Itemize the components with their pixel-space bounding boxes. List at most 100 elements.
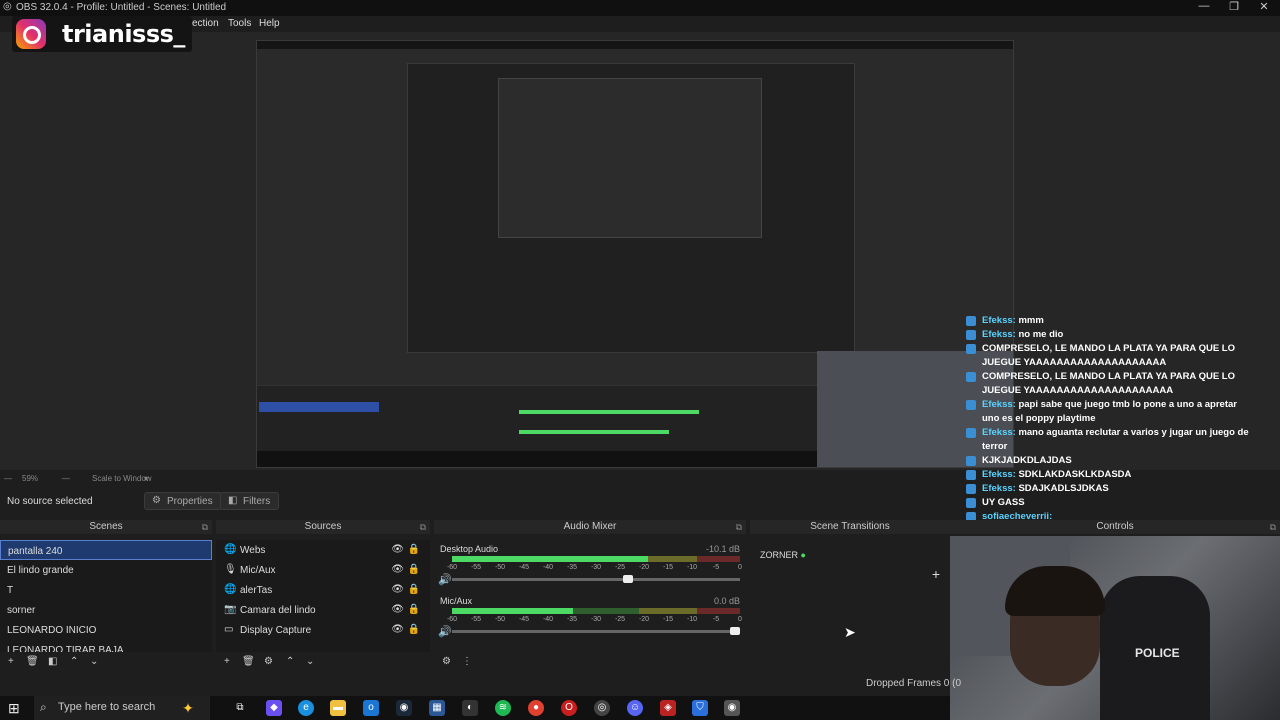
channel-db: 0.0 dB (713, 596, 740, 606)
move-up-button[interactable]: ⌃ (70, 656, 78, 667)
task-view-icon[interactable]: ⧉ (232, 700, 248, 716)
chat-text: no me dio (1018, 329, 1064, 340)
chat-message: UY GASS (964, 496, 1254, 510)
close-button[interactable]: ✕ (1248, 0, 1280, 16)
chat-message: Efekss: SDKLAKDASKLKDASDA (964, 468, 1254, 482)
maximize-button[interactable]: ❐ (1218, 0, 1250, 16)
advanced-audio-button[interactable]: ⚙ (442, 656, 451, 667)
visibility-eye-icon[interactable]: 👁 (391, 624, 404, 635)
scene-item[interactable]: LEONARDO TIRAR BAJA (0, 640, 212, 652)
copilot-icon[interactable]: ◆ (266, 700, 282, 716)
scenes-dock-title: Scenes ⧉ (0, 520, 212, 534)
transition-select[interactable]: ZORNER ● (760, 550, 806, 560)
move-down-button[interactable]: ⌄ (306, 656, 314, 667)
chat-badge-icon (966, 316, 976, 326)
menu-tools[interactable]: Tools (228, 18, 251, 29)
lock-icon[interactable]: 🔒 (408, 604, 420, 615)
volume-slider[interactable] (452, 575, 740, 583)
popout-icon[interactable]: ⧉ (736, 522, 742, 533)
windows-start-icon[interactable]: ⊞ (8, 700, 24, 716)
spotify-icon[interactable]: ≋ (495, 700, 511, 716)
chat-message: Efekss: no me dio (964, 328, 1254, 342)
more-menu-button[interactable]: ⋮ (462, 656, 472, 667)
visibility-eye-icon[interactable]: 👁 (391, 584, 404, 595)
speaker-icon[interactable]: 🔊 (438, 625, 452, 638)
chat-text: KJKJADKDLAJDAS (982, 455, 1072, 466)
store-icon[interactable]: ▦ (429, 700, 445, 716)
remove-source-button[interactable]: 🗑 (242, 656, 255, 667)
scenes-dock: Scenes ⧉ pantalla 240 El lindo grande Tsorn… (0, 520, 212, 670)
add-scene-button[interactable]: + (8, 656, 14, 667)
scale-mode[interactable]: Scale to Window (92, 474, 152, 483)
chat-badge-icon (966, 498, 976, 508)
scene-item[interactable]: T (0, 580, 212, 600)
edge-icon[interactable]: e (298, 700, 314, 716)
move-down-button[interactable]: ⌄ (90, 656, 98, 667)
opera-icon[interactable]: O (561, 700, 577, 716)
volume-knob[interactable] (730, 627, 740, 635)
visibility-eye-icon[interactable]: 👁 (391, 564, 404, 575)
scene-item[interactable]: sorner (0, 600, 212, 620)
chat-username: Efekss: (982, 469, 1016, 480)
lock-icon[interactable]: 🔒 (408, 564, 420, 575)
popout-icon[interactable]: ⧉ (1270, 522, 1276, 533)
visibility-eye-icon[interactable]: 👁 (391, 544, 404, 555)
windows-taskbar: ⊞ ⌕ Type here to search ✦ ⧉ ◆ e ▬ o ◉ ▦ … (0, 696, 950, 720)
chrome-icon[interactable]: ● (528, 700, 544, 716)
source-item[interactable]: 📷 Camara del lindo 👁 🔒 (216, 600, 430, 620)
scene-item[interactable]: LEONARDO INICIO (0, 620, 212, 640)
chevron-down-icon[interactable]: ▾ (144, 474, 148, 483)
scene-transitions-dock: Scene Transitions ZORNER ● + (750, 520, 950, 670)
volume-meter (452, 556, 740, 562)
menu-scene-collection[interactable]: ection (192, 18, 219, 29)
scale-tick: 0 (738, 564, 742, 571)
popout-icon[interactable]: ⧉ (420, 522, 426, 533)
scene-item[interactable]: pantalla 240 (0, 540, 212, 560)
remove-scene-button[interactable]: 🗑 (26, 656, 39, 667)
scale-tick: -25 (614, 616, 626, 623)
add-source-button[interactable]: + (224, 656, 230, 667)
sparkle-icon[interactable]: ✦ (180, 700, 196, 716)
source-label: Display Capture (240, 625, 312, 636)
search-icon: ⌕ (40, 700, 47, 714)
visibility-eye-icon[interactable]: 👁 (391, 604, 404, 615)
chat-badge-icon (966, 470, 976, 480)
speaker-icon[interactable]: 🔊 (438, 573, 452, 586)
discord-icon[interactable]: ☺ (627, 700, 643, 716)
scene-item[interactable]: El lindo grande (0, 560, 212, 580)
popout-icon[interactable]: ⧉ (202, 522, 208, 533)
file-explorer-icon[interactable]: ▬ (330, 700, 346, 716)
nested-preview-level-2 (407, 63, 855, 353)
properties-button[interactable]: ⚙ Properties (144, 492, 222, 510)
source-item[interactable]: ▭ Display Capture 👁 🔒 (216, 620, 430, 640)
obs-taskbar-icon[interactable]: ◎ (594, 700, 610, 716)
source-properties-button[interactable]: ⚙ (264, 656, 273, 667)
source-item[interactable]: 🌐 alerTas 👁 🔒 (216, 580, 430, 600)
shield-icon[interactable]: ⛉ (692, 700, 708, 716)
source-item[interactable]: 🌐 Webs 👁 🔒 (216, 540, 430, 560)
source-item[interactable]: 🎙 Mic/Aux 👁 🔒 (216, 560, 430, 580)
lock-icon[interactable]: 🔒 (408, 624, 420, 635)
volume-knob[interactable] (623, 575, 634, 583)
nested-meter (519, 430, 669, 434)
outlook-icon[interactable]: o (363, 700, 379, 716)
steam-icon[interactable]: ◉ (396, 700, 412, 716)
scale-tick: -20 (638, 564, 650, 571)
scale-tick: -20 (638, 616, 650, 623)
volume-slider[interactable] (452, 627, 740, 635)
add-transition-button[interactable]: + (932, 566, 940, 582)
zoom-level[interactable]: 59% (22, 474, 38, 483)
app-icon[interactable]: ◈ (660, 700, 676, 716)
chat-username: Efekss: (982, 399, 1016, 410)
lock-icon[interactable]: 🔒 (408, 584, 420, 595)
move-up-button[interactable]: ⌃ (286, 656, 294, 667)
filters-button[interactable]: ◧ Filters (220, 492, 280, 510)
search-placeholder: Type here to search (58, 701, 156, 713)
lock-icon[interactable]: 🔒 (408, 544, 420, 555)
steam-active-icon[interactable]: ◉ (724, 700, 740, 716)
no-source-label: No source selected (7, 496, 93, 507)
minimize-button[interactable]: — (1188, 0, 1220, 16)
scene-filters-button[interactable]: ◧ (48, 656, 57, 667)
app-icon[interactable]: ◐ (462, 700, 478, 716)
menu-help[interactable]: Help (259, 18, 280, 29)
